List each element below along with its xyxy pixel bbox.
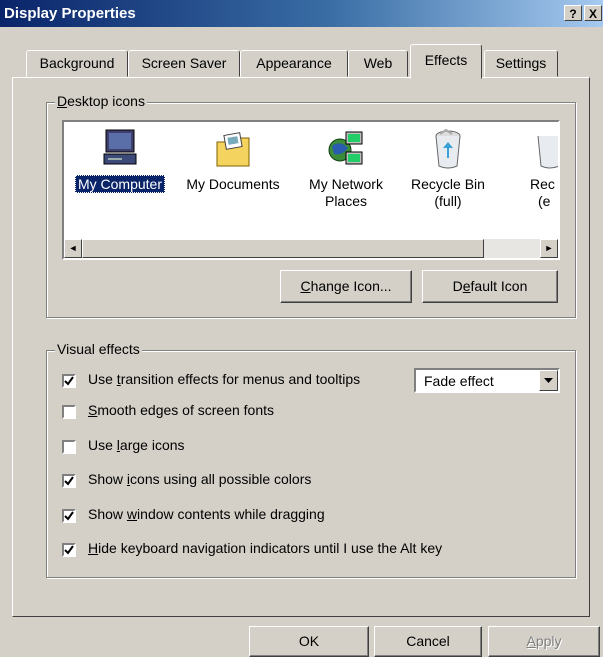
- desktop-icons-label: Desktop icons: [55, 93, 147, 109]
- icon-label: My Documents: [186, 176, 280, 192]
- my-documents-icon: [176, 128, 290, 172]
- label-transition-effects[interactable]: Use transition effects for menus and too…: [88, 371, 360, 387]
- scroll-thumb[interactable]: [82, 239, 484, 258]
- my-computer-icon: [68, 128, 172, 172]
- cancel-button[interactable]: Cancel: [374, 626, 482, 657]
- scroll-right-button[interactable]: ►: [540, 239, 558, 258]
- help-button[interactable]: ?: [564, 5, 582, 21]
- apply-button[interactable]: Apply: [488, 626, 600, 657]
- icon-item-recycle-bin-full[interactable]: Recycle Bin (full): [400, 128, 496, 210]
- label-hide-keyboard-indicators[interactable]: Hide keyboard navigation indicators unti…: [88, 540, 442, 556]
- checkbox-transition-effects[interactable]: [62, 374, 76, 388]
- icon-label: My Computer: [74, 175, 166, 193]
- checkmark-icon: [64, 376, 74, 386]
- tab-screen-saver[interactable]: Screen Saver: [128, 50, 240, 77]
- recycle-bin-full-icon: [400, 128, 496, 172]
- dropdown-button[interactable]: [539, 370, 558, 391]
- icon-label: Rec: [530, 176, 555, 192]
- label-all-colors[interactable]: Show icons using all possible colors: [88, 471, 311, 487]
- tab-effects[interactable]: Effects: [410, 44, 482, 79]
- icon-label: (full): [434, 193, 462, 209]
- icon-item-my-computer[interactable]: My Computer: [68, 128, 172, 193]
- right-arrow-icon: ►: [544, 243, 554, 253]
- desktop-icons-list[interactable]: My Computer My Documents My Network Plac…: [62, 120, 560, 260]
- checkmark-icon: [64, 511, 74, 521]
- checkbox-hide-keyboard-indicators[interactable]: [62, 543, 76, 557]
- icon-item-my-documents[interactable]: My Documents: [176, 128, 290, 193]
- icon-label: Recycle Bin: [411, 176, 485, 192]
- icon-label: My Network: [309, 176, 383, 192]
- checkbox-window-contents[interactable]: [62, 509, 76, 523]
- window-title: Display Properties: [4, 5, 136, 22]
- title-bar: Display Properties ? X: [0, 0, 603, 27]
- checkbox-smooth-edges[interactable]: [62, 405, 76, 419]
- tab-background[interactable]: Background: [26, 50, 128, 77]
- tab-appearance[interactable]: Appearance: [240, 50, 348, 77]
- left-arrow-icon: ◄: [68, 243, 78, 253]
- my-network-places-icon: [296, 128, 396, 172]
- checkmark-icon: [64, 476, 74, 486]
- checkmark-icon: [64, 545, 74, 555]
- tab-web[interactable]: Web: [348, 50, 408, 77]
- label-window-contents[interactable]: Show window contents while dragging: [88, 506, 325, 522]
- icon-item-my-network-places[interactable]: My Network Places: [296, 128, 396, 210]
- ok-button[interactable]: OK: [249, 626, 369, 657]
- change-icon-button[interactable]: Change Icon...: [280, 270, 412, 303]
- checkbox-large-icons[interactable]: [62, 440, 76, 454]
- transition-effect-value: Fade effect: [424, 373, 494, 389]
- visual-effects-label: Visual effects: [55, 341, 142, 357]
- tab-settings[interactable]: Settings: [484, 50, 558, 77]
- icon-label: Places: [324, 193, 368, 209]
- icon-label: (e: [538, 193, 551, 209]
- checkbox-all-colors[interactable]: [62, 474, 76, 488]
- label-smooth-edges[interactable]: Smooth edges of screen fonts: [88, 402, 274, 418]
- recycle-bin-empty-icon: [500, 128, 558, 172]
- label-large-icons[interactable]: Use large icons: [88, 437, 185, 453]
- horizontal-scrollbar[interactable]: ◄ ►: [64, 239, 558, 258]
- icon-item-recycle-bin-empty[interactable]: Rec (e: [500, 128, 558, 210]
- default-icon-button[interactable]: Default Icon: [422, 270, 558, 303]
- close-button[interactable]: X: [584, 5, 602, 21]
- scroll-left-button[interactable]: ◄: [64, 239, 82, 258]
- transition-effect-select[interactable]: Fade effect: [414, 368, 560, 393]
- chevron-down-icon: [544, 378, 553, 383]
